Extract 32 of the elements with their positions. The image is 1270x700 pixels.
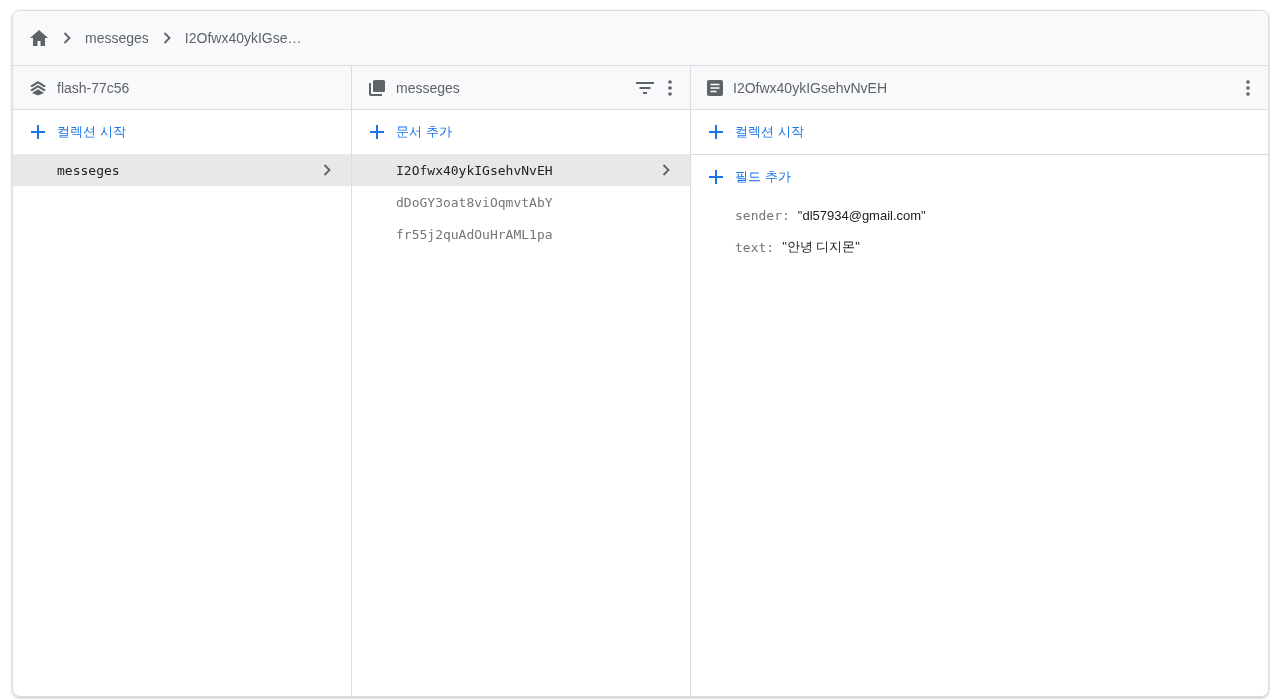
- document-icon: [707, 79, 723, 96]
- column-title: I2Ofwx40ykIGsehvNvEH: [733, 79, 889, 96]
- chevron-icon: [323, 164, 331, 176]
- breadcrumb-link[interactable]: I2Ofwx40ykIGse…: [184, 30, 302, 46]
- add-document-button[interactable]: 문서 추가: [352, 110, 690, 154]
- start-collection-button[interactable]: 컬렉션 시작: [691, 110, 1268, 154]
- list-item[interactable]: fr55j2quAdOuHrAML1pa: [352, 218, 690, 250]
- field-value: "안녕 디지몬": [782, 238, 860, 256]
- breadcrumb-link[interactable]: messeges: [85, 30, 149, 46]
- add-field-button[interactable]: 필드 추가: [691, 155, 1268, 199]
- chevron-icon: [63, 32, 71, 44]
- list-item[interactable]: dDoGY3oat8viOqmvtAbY: [352, 186, 690, 218]
- field-key: text:: [735, 239, 775, 255]
- field-key: sender:: [735, 207, 790, 223]
- column-title: messeges: [396, 79, 461, 96]
- more-icon[interactable]: [668, 79, 672, 96]
- plus-icon: [31, 125, 45, 139]
- plus-icon: [709, 125, 723, 139]
- plus-icon: [709, 170, 723, 184]
- more-icon[interactable]: [1246, 79, 1250, 96]
- collection-icon: [368, 78, 386, 97]
- list-item[interactable]: messeges: [13, 154, 351, 186]
- filter-icon[interactable]: [636, 81, 654, 94]
- home-icon[interactable]: [29, 29, 49, 47]
- field-value: "dl57934@gmail.com": [797, 207, 926, 223]
- chevron-icon: [162, 32, 171, 44]
- start-collection-button[interactable]: 컬렉션 시작: [13, 110, 351, 154]
- stack-icon: [29, 79, 47, 96]
- plus-icon: [370, 125, 384, 139]
- chevron-icon: [662, 164, 670, 176]
- column-title: flash-77c56: [57, 79, 131, 96]
- list-item[interactable]: I2Ofwx40ykIGsehvNvEH: [352, 154, 690, 186]
